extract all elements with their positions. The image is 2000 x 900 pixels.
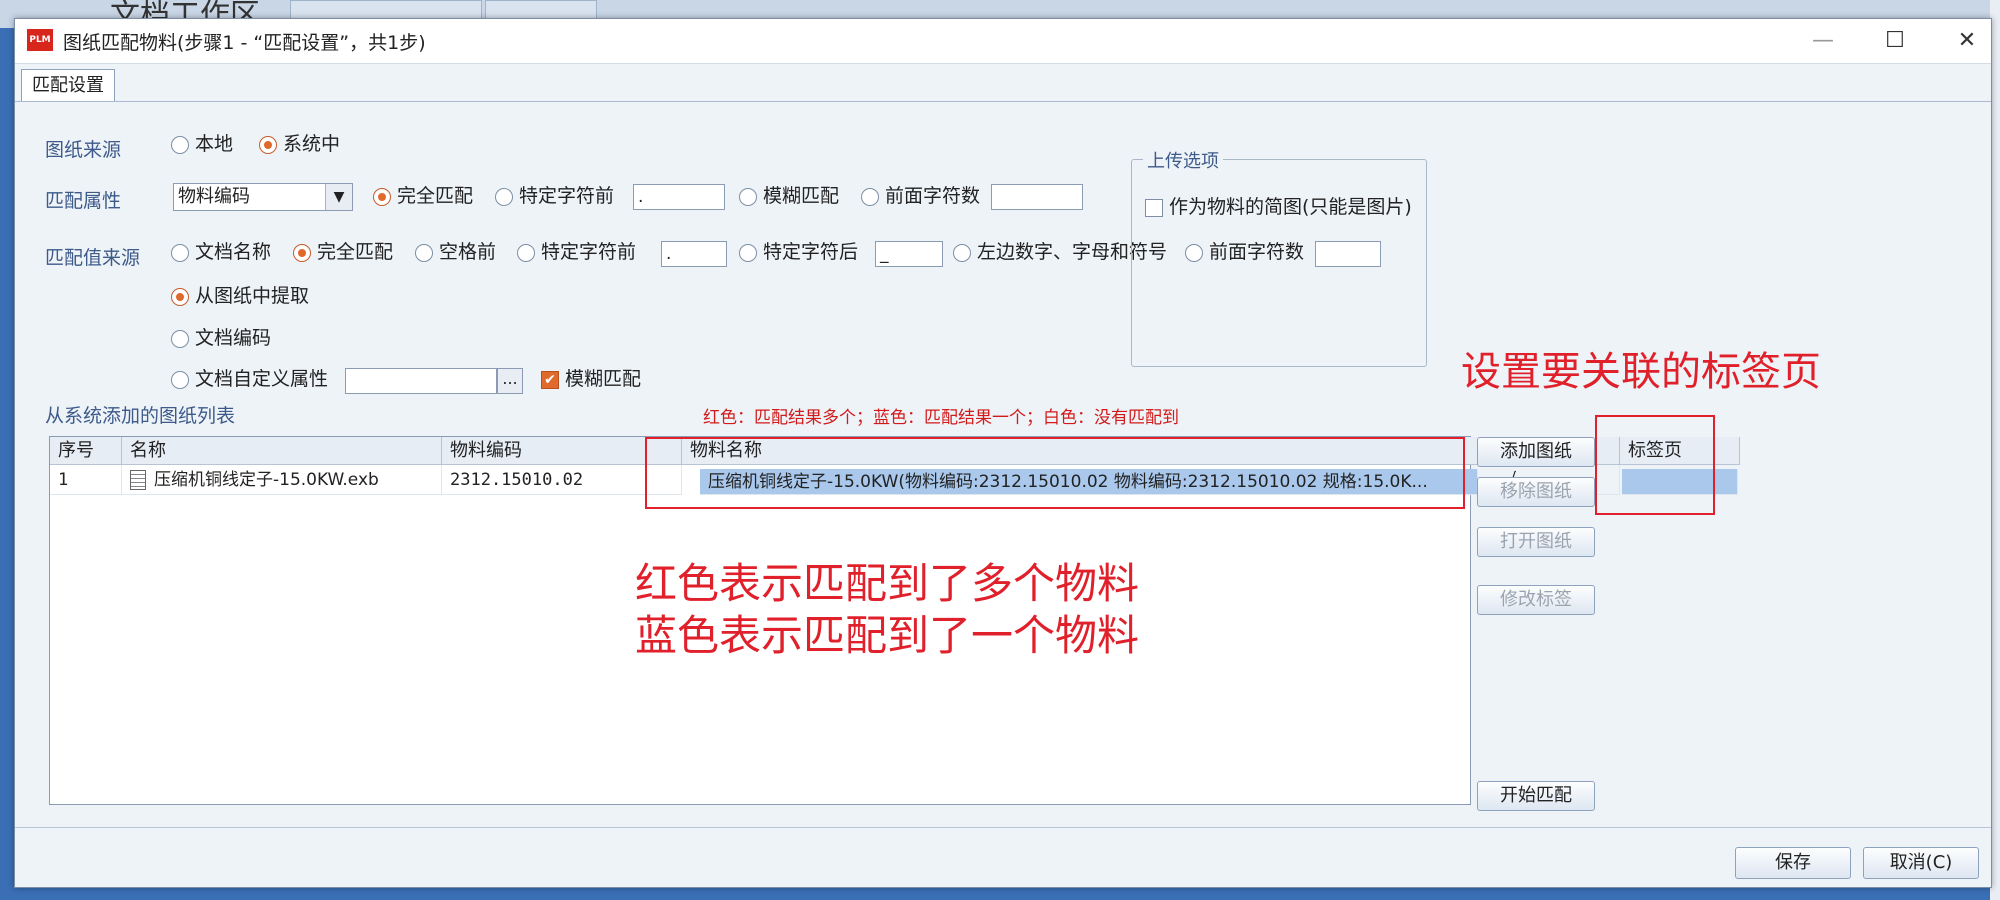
radio-label: 特定字符前 [541,241,637,263]
save-button[interactable]: 保存 [1735,847,1851,879]
browse-button[interactable]: ... [497,368,523,394]
window-title: 图纸匹配物料(步骤1 - “匹配设置”，共1步) [63,32,426,54]
value-exact-radio[interactable]: 完全匹配 [293,240,393,264]
close-button[interactable]: ✕ [1939,23,1995,59]
source-system-radio[interactable]: 系统中 [259,132,340,156]
value-before-char-input[interactable]: . [661,241,727,267]
attr-fuzzy-radio[interactable]: 模糊匹配 [739,184,839,208]
radio-icon [861,187,879,206]
edit-tag-button[interactable]: 修改标签 [1477,585,1595,615]
attr-prefix-count-radio[interactable]: 前面字符数 [861,184,980,208]
radio-label: 文档自定义属性 [195,368,329,390]
checkbox-label: 作为物料的简图(只能是图片) [1169,196,1412,218]
value-before-char-radio[interactable]: 特定字符前 [517,240,636,264]
cell-index[interactable]: 1 [50,465,122,495]
attr-prefix-count-input[interactable] [991,184,1083,210]
radio-icon [415,243,433,262]
custom-attr-input[interactable] [345,368,497,394]
add-drawing-button[interactable]: 添加图纸 [1477,437,1595,467]
value-before-space-radio[interactable]: 空格前 [415,240,496,264]
source-label: 图纸来源 [45,139,122,161]
radio-icon [517,243,535,262]
radio-icon [739,187,757,206]
radio-selected-icon [293,243,311,262]
tab-match-settings[interactable]: 匹配设置 [21,69,115,101]
value-docname-radio[interactable]: 文档名称 [171,240,271,264]
radio-selected-icon [259,135,277,154]
tag-page-annotation: 设置要关联的标签页 [1461,349,1821,395]
attr-label: 匹配属性 [45,190,122,212]
radio-label: 文档名称 [195,241,272,263]
cancel-button[interactable]: 取消(C) [1863,847,1979,879]
cell-name[interactable]: 压缩机铜线定子-15.0KW.exb [122,465,442,495]
checkbox-icon [1145,198,1163,217]
radio-selected-icon [373,187,391,206]
checkbox-label: 模糊匹配 [565,368,642,390]
radio-icon [171,329,189,348]
source-local-radio[interactable]: 本地 [171,132,233,156]
upload-options-group [1131,159,1427,367]
fuzzy-match-checkbox[interactable]: ✔ 模糊匹配 [541,367,641,391]
value-after-char-radio[interactable]: 特定字符后 [739,240,858,264]
tag-page-highlight-box [1595,415,1715,515]
radio-label: 模糊匹配 [763,185,840,207]
attr-exact-radio[interactable]: 完全匹配 [373,184,473,208]
maximize-button[interactable]: ☐ [1867,23,1923,59]
radio-label: 前面字符数 [885,185,981,207]
checkbox-checked-icon: ✔ [541,370,559,389]
radio-icon [495,187,513,206]
radio-label: 本地 [195,133,234,155]
radio-label: 特定字符后 [763,241,859,263]
color-legend-note: 红色：匹配结果多个；蓝色：匹配结果一个；白色：没有匹配到 [703,408,1179,428]
thumbnail-checkbox[interactable]: 作为物料的简图(只能是图片) [1145,195,1412,219]
combo-value: 物料编码 [178,186,250,207]
radio-icon [739,243,757,262]
radio-label: 文档编码 [195,327,272,349]
cell-name-text: 压缩机铜线定子-15.0KW.exb [154,470,379,490]
open-drawing-button[interactable]: 打开图纸 [1477,527,1595,557]
radio-label: 特定字符前 [519,185,615,207]
attr-before-char-radio[interactable]: 特定字符前 [495,184,614,208]
footer-divider [15,827,1991,828]
radio-label: 完全匹配 [317,241,394,263]
start-match-button[interactable]: 开始匹配 [1477,781,1595,811]
extract-from-drawing-radio[interactable]: 从图纸中提取 [171,284,309,308]
radio-icon [953,243,971,262]
match-dialog: PLM 图纸匹配物料(步骤1 - “匹配设置”，共1步) — ☐ ✕ 匹配设置 … [14,18,1992,888]
value-source-label: 匹配值来源 [45,247,141,269]
attr-before-char-input[interactable]: . [633,184,725,210]
doc-code-radio[interactable]: 文档编码 [171,326,271,350]
remove-drawing-button[interactable]: 移除图纸 [1477,477,1595,507]
chevron-down-icon[interactable]: ▼ [325,184,352,210]
custom-attr-radio[interactable]: 文档自定义属性 [171,367,328,391]
title-bar: PLM 图纸匹配物料(步骤1 - “匹配设置”，共1步) — ☐ ✕ [15,19,1991,64]
red-meaning-annotation: 红色表示匹配到了多个物料 [635,559,1140,608]
radio-icon [171,135,189,154]
radio-selected-icon [171,287,189,306]
col-header-name[interactable]: 名称 [122,437,442,465]
minimize-button[interactable]: — [1795,23,1851,59]
radio-label: 从图纸中提取 [195,285,310,307]
radio-label: 完全匹配 [397,185,474,207]
list-label: 从系统添加的图纸列表 [45,405,236,427]
plm-logo-icon: PLM [27,29,53,51]
material-name-highlight-box [645,437,1465,509]
upload-options-legend: 上传选项 [1143,147,1223,173]
blue-meaning-annotation: 蓝色表示匹配到了一个物料 [635,611,1140,660]
tab-bar: 匹配设置 [15,65,1991,102]
radio-label: 系统中 [283,133,341,155]
radio-label: 空格前 [439,241,497,263]
document-icon [130,470,146,490]
value-after-char-input[interactable]: _ [875,241,943,267]
radio-icon [171,370,189,389]
attr-combo[interactable]: 物料编码 ▼ [173,183,353,211]
radio-icon [171,243,189,262]
col-header-index[interactable]: 序号 [50,437,122,465]
